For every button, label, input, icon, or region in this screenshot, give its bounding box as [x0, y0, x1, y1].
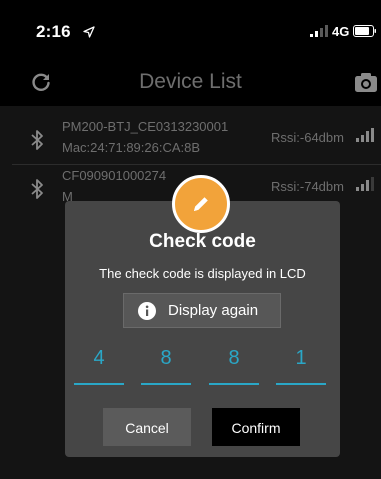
pencil-icon	[194, 197, 208, 211]
digit-underline	[209, 383, 259, 385]
code-digit-input[interactable]: 1	[276, 345, 326, 385]
code-digit: 8	[160, 347, 172, 369]
screen: 2:16 4G Device List PM200-BTJ_CE03132300…	[0, 0, 381, 479]
cancel-button[interactable]: Cancel	[103, 408, 191, 446]
device-name: CF090901000274	[62, 168, 167, 183]
code-digit-input[interactable]: 4	[74, 345, 124, 385]
signal-bars-icon	[310, 25, 328, 37]
bluetooth-icon	[31, 179, 43, 199]
device-mac: Mac:24:71:89:26:CA:8B	[62, 140, 201, 155]
device-name: PM200-BTJ_CE0313230001	[62, 119, 229, 134]
signal-strength-icon	[356, 128, 374, 142]
device-rssi: Rssi:-64dbm	[271, 130, 344, 145]
battery-icon	[353, 25, 376, 37]
page-title: Device List	[139, 70, 242, 93]
status-bar: 2:16 4G	[0, 0, 381, 62]
digit-underline	[276, 383, 326, 385]
display-again-button[interactable]: Display again	[123, 293, 281, 328]
code-digit-input[interactable]: 8	[209, 345, 259, 385]
nav-bar: Device List	[0, 62, 381, 106]
code-digit: 4	[93, 347, 105, 369]
dialog-message: The check code is displayed in LCD	[99, 266, 306, 281]
confirm-button[interactable]: Confirm	[212, 408, 300, 446]
camera-icon[interactable]	[354, 71, 378, 93]
check-code-dialog: Check code The check code is displayed i…	[65, 201, 340, 457]
network-type: 4G	[332, 24, 350, 39]
bluetooth-icon	[31, 130, 43, 150]
code-digit-input[interactable]: 8	[141, 345, 191, 385]
code-digit: 8	[228, 347, 240, 369]
code-digit: 1	[295, 347, 307, 369]
device-rssi: Rssi:-74dbm	[271, 179, 344, 194]
edit-badge	[172, 175, 230, 233]
status-time: 2:16	[36, 22, 71, 41]
location-arrow-icon	[83, 26, 95, 38]
display-again-label: Display again	[168, 302, 259, 319]
dialog-title: Check code	[149, 231, 256, 252]
digit-underline	[74, 383, 124, 385]
signal-strength-icon	[356, 177, 374, 191]
info-icon	[138, 302, 156, 320]
digit-underline	[141, 383, 191, 385]
device-row[interactable]: PM200-BTJ_CE0313230001 Mac:24:71:89:26:C…	[0, 116, 381, 165]
